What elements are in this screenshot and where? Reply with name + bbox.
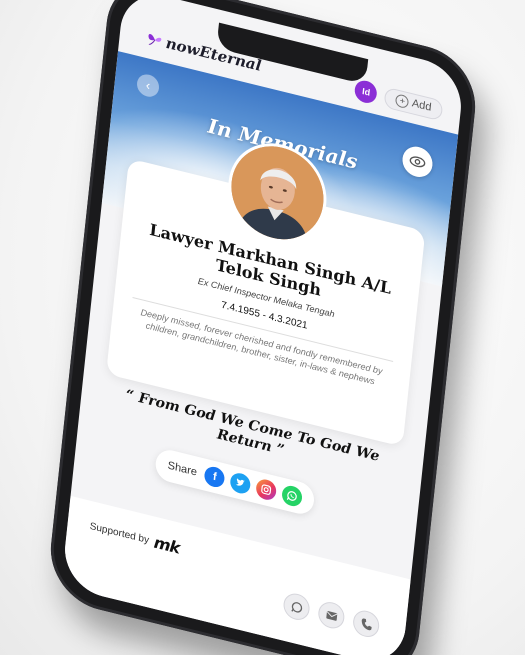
- mail-contact-button[interactable]: [317, 599, 346, 632]
- plus-icon: +: [395, 92, 410, 109]
- supported-by: Supported by mk: [89, 517, 180, 558]
- whatsapp-icon: [290, 601, 302, 612]
- whatsapp-icon[interactable]: [281, 483, 304, 509]
- phone-contact-button[interactable]: [351, 607, 381, 640]
- phone-screen: nowEternal Id + Add ‹ In Memorials Lawye…: [60, 0, 466, 655]
- sponsor-logo[interactable]: mk: [153, 533, 180, 558]
- supported-by-label: Supported by: [89, 520, 150, 547]
- eye-icon: [409, 156, 426, 168]
- add-button-label: Add: [411, 97, 433, 114]
- scene: nowEternal Id + Add ‹ In Memorials Lawye…: [0, 0, 525, 655]
- add-button[interactable]: + Add: [383, 86, 444, 121]
- share-label: Share: [167, 459, 198, 479]
- chevron-left-icon: ‹: [145, 77, 152, 93]
- whatsapp-contact-button[interactable]: [282, 590, 311, 623]
- phone-icon: [361, 617, 372, 630]
- butterfly-icon: [148, 34, 162, 45]
- user-avatar[interactable]: Id: [354, 78, 379, 106]
- twitter-icon[interactable]: [229, 471, 252, 496]
- contact-actions: [282, 590, 381, 640]
- back-button[interactable]: ‹: [135, 72, 161, 100]
- mail-icon: [325, 610, 338, 621]
- instagram-icon[interactable]: [255, 477, 278, 502]
- phone-mockup: nowEternal Id + Add ‹ In Memorials Lawye…: [45, 0, 481, 655]
- facebook-icon[interactable]: f: [203, 464, 226, 490]
